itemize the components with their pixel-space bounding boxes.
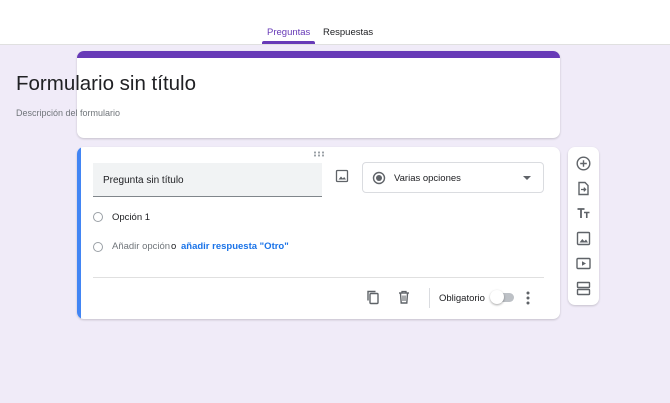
add-image-icon[interactable] (575, 230, 592, 247)
add-title-icon[interactable] (575, 205, 592, 222)
floating-toolbar (568, 147, 599, 305)
add-option-button[interactable]: Añadir opción (112, 241, 170, 252)
form-title[interactable]: Formulario sin título (16, 72, 196, 96)
question-title-text: Pregunta sin título (103, 175, 184, 186)
question-type-label: Varias opciones (394, 173, 461, 184)
required-toggle-thumb[interactable] (490, 290, 504, 304)
drag-handle-icon[interactable] (313, 151, 324, 157)
question-type-dropdown[interactable]: Varias opciones (362, 162, 544, 193)
question-card: Pregunta sin título Varias opciones Opci… (77, 147, 560, 319)
footer-vertical-divider (429, 288, 430, 308)
more-options-icon[interactable] (525, 290, 531, 306)
delete-icon[interactable] (396, 289, 412, 305)
add-section-icon[interactable] (575, 280, 592, 297)
theme-accent-bar (77, 51, 560, 58)
add-image-to-question-icon[interactable] (335, 169, 349, 183)
required-label: Obligatorio (439, 293, 485, 304)
duplicate-icon[interactable] (365, 289, 381, 305)
import-questions-icon[interactable] (575, 180, 592, 197)
add-other-answer-link[interactable]: añadir respuesta "Otro" (181, 241, 289, 252)
add-option-radio (93, 242, 103, 252)
active-card-indicator (77, 147, 81, 319)
question-title-input[interactable]: Pregunta sin título (93, 163, 322, 197)
or-text: o (171, 241, 177, 252)
card-footer-divider (93, 277, 544, 278)
active-tab-indicator (262, 41, 315, 44)
form-description-field[interactable]: Descripción del formulario (16, 108, 120, 118)
radio-button-icon (372, 171, 386, 185)
add-question-icon[interactable] (575, 155, 592, 172)
add-video-icon[interactable] (575, 255, 592, 272)
chevron-down-icon (523, 176, 531, 180)
top-bar: Preguntas Respuestas (0, 0, 670, 45)
option-1-label[interactable]: Opción 1 (112, 212, 150, 223)
tab-preguntas[interactable]: Preguntas (267, 27, 310, 38)
option-radio (93, 212, 103, 222)
tab-respuestas[interactable]: Respuestas (323, 27, 373, 38)
